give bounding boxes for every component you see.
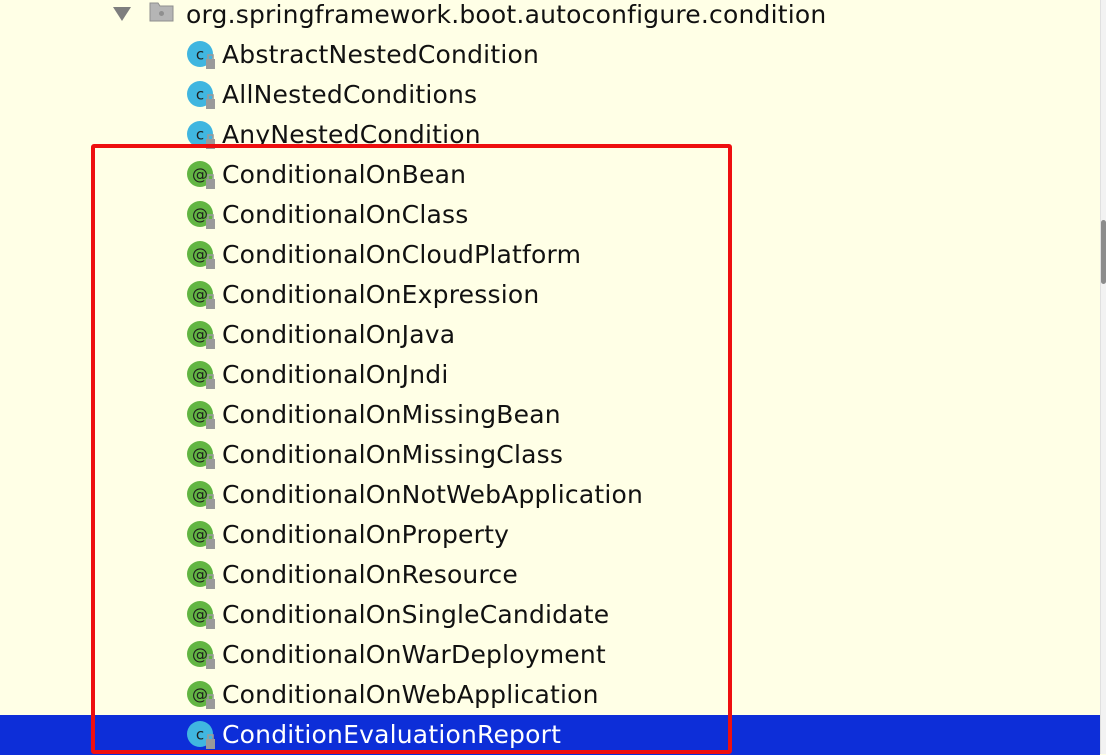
tree-item[interactable]: c AllNestedConditions	[0, 75, 1100, 115]
tree-item[interactable]: @ ConditionalOnClass	[0, 195, 1100, 235]
svg-text:@: @	[192, 365, 208, 384]
annotation-icon: @	[185, 240, 217, 270]
package-label: org.springframework.boot.autoconfigure.c…	[186, 0, 827, 29]
svg-text:c: c	[196, 46, 204, 64]
vertical-scrollbar[interactable]	[1100, 0, 1106, 754]
svg-text:@: @	[192, 525, 208, 544]
tree-item[interactable]: @ ConditionalOnJava	[0, 315, 1100, 355]
tree-item-label: ConditionalOnClass	[222, 200, 469, 229]
tree-item-label: ConditionalOnMissingBean	[222, 400, 561, 429]
tree-item[interactable]: @ ConditionalOnBean	[0, 155, 1100, 195]
annotation-icon: @	[185, 680, 217, 710]
annotation-icon: @	[185, 560, 217, 590]
class-icon: c	[185, 80, 217, 110]
tree-item-label: ConditionalOnWarDeployment	[222, 640, 606, 669]
tree-item[interactable]: c AbstractNestedCondition	[0, 35, 1100, 75]
tree-item-label: ConditionalOnExpression	[222, 280, 540, 309]
annotation-icon: @	[185, 160, 217, 190]
tree-item[interactable]: @ ConditionalOnCloudPlatform	[0, 235, 1100, 275]
tree-item-label: ConditionalOnJava	[222, 320, 456, 349]
annotation-icon: @	[185, 440, 217, 470]
tree-item[interactable]: @ ConditionalOnResource	[0, 555, 1100, 595]
tree-item[interactable]: @ ConditionalOnMissingBean	[0, 395, 1100, 435]
tree-item[interactable]: @ ConditionalOnMissingClass	[0, 435, 1100, 475]
annotation-icon: @	[185, 600, 217, 630]
tree-item-label: ConditionalOnNotWebApplication	[222, 480, 644, 509]
tree-item-label: ConditionalOnSingleCandidate	[222, 600, 610, 629]
tree-item-label: AllNestedConditions	[222, 80, 478, 109]
svg-text:@: @	[192, 325, 208, 344]
scrollbar-thumb[interactable]	[1101, 220, 1106, 284]
svg-text:@: @	[192, 405, 208, 424]
tree-item-label: ConditionalOnBean	[222, 160, 467, 189]
svg-text:c: c	[196, 86, 204, 104]
annotation-icon: @	[185, 320, 217, 350]
tree-item[interactable]: c AnyNestedCondition	[0, 115, 1100, 155]
tree-item-label: ConditionalOnResource	[222, 560, 518, 589]
tree-item[interactable]: @ ConditionalOnWarDeployment	[0, 635, 1100, 675]
svg-text:@: @	[192, 245, 208, 264]
tree-item-label: ConditionalOnJndi	[222, 360, 449, 389]
class-icon: c	[185, 720, 217, 750]
tree-item-label: AbstractNestedCondition	[222, 40, 540, 69]
svg-text:@: @	[192, 605, 208, 624]
svg-text:c: c	[196, 726, 204, 744]
svg-text:@: @	[192, 485, 208, 504]
annotation-icon: @	[185, 520, 217, 550]
annotation-icon: @	[185, 480, 217, 510]
class-icon: c	[185, 120, 217, 150]
tree-item[interactable]: @ ConditionalOnWebApplication	[0, 675, 1100, 715]
annotation-icon: @	[185, 360, 217, 390]
tree-item-label: ConditionalOnMissingClass	[222, 440, 564, 469]
class-icon: c	[185, 40, 217, 70]
tree-item[interactable]: c ConditionEvaluationReport	[0, 715, 1100, 755]
annotation-icon: @	[185, 400, 217, 430]
svg-text:@: @	[192, 565, 208, 584]
tree-item[interactable]: @ ConditionalOnJndi	[0, 355, 1100, 395]
tree-item-label: ConditionalOnWebApplication	[222, 680, 599, 709]
svg-text:@: @	[192, 685, 208, 704]
svg-text:c: c	[196, 126, 204, 144]
annotation-icon: @	[185, 200, 217, 230]
svg-text:@: @	[192, 205, 208, 224]
svg-text:@: @	[192, 165, 208, 184]
svg-text:@: @	[192, 645, 208, 664]
tree-item[interactable]: @ ConditionalOnProperty	[0, 515, 1100, 555]
tree-item[interactable]: @ ConditionalOnNotWebApplication	[0, 475, 1100, 515]
tree-item[interactable]: @ ConditionalOnSingleCandidate	[0, 595, 1100, 635]
tree-item-label: ConditionalOnProperty	[222, 520, 510, 549]
tree-item-label: AnyNestedCondition	[222, 120, 481, 149]
svg-text:@: @	[192, 285, 208, 304]
expand-arrow-icon[interactable]	[113, 7, 131, 21]
svg-text:@: @	[192, 445, 208, 464]
tree-item-label: ConditionalOnCloudPlatform	[222, 240, 582, 269]
annotation-icon: @	[185, 640, 217, 670]
tree-item[interactable]: @ ConditionalOnExpression	[0, 275, 1100, 315]
package-icon	[149, 0, 175, 23]
annotation-icon: @	[185, 280, 217, 310]
tree-item-label: ConditionEvaluationReport	[222, 720, 562, 749]
tree-row-package[interactable]: org.springframework.boot.autoconfigure.c…	[0, 0, 1100, 35]
project-tree: org.springframework.boot.autoconfigure.c…	[0, 0, 1106, 755]
